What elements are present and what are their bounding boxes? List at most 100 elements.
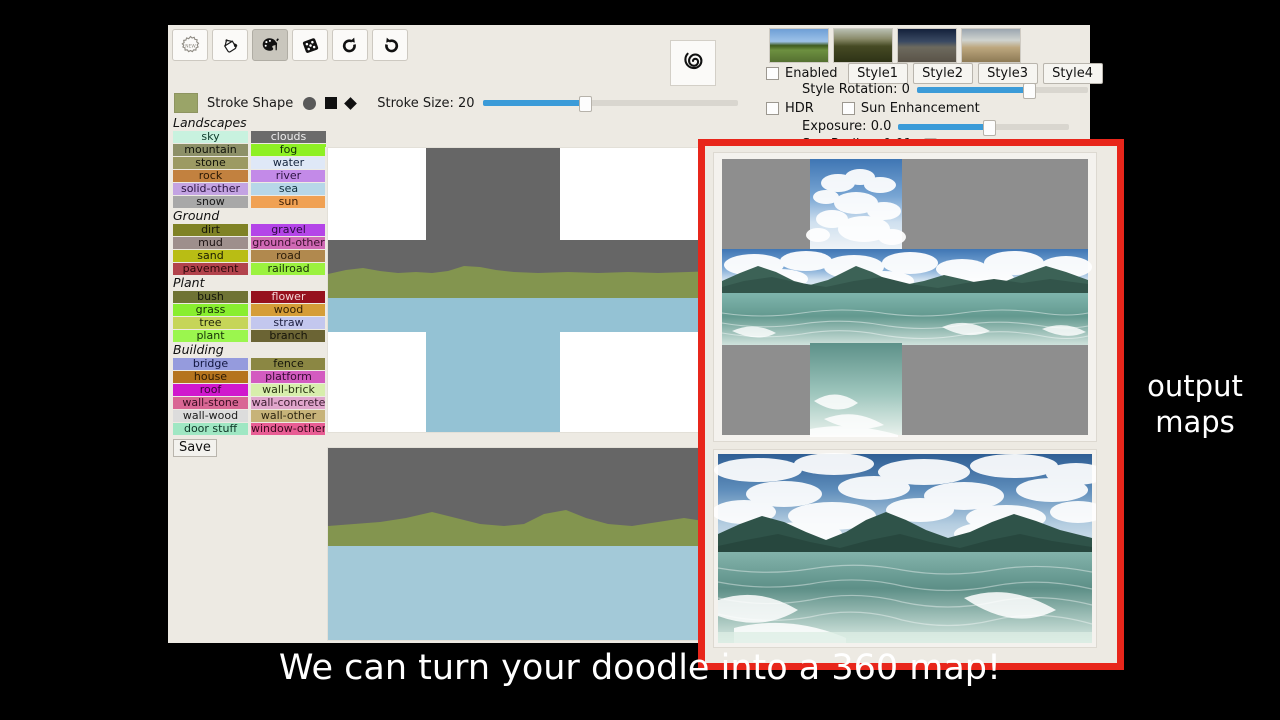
palette-button[interactable] — [252, 29, 288, 61]
palette-swatch-house[interactable]: house — [173, 371, 248, 383]
palette-swatch-rock[interactable]: rock — [173, 170, 248, 182]
palette-swatch-sun[interactable]: sun — [251, 196, 326, 208]
palette-row: mountain fog — [168, 144, 328, 156]
palette-swatch-solid-other[interactable]: solid-other — [173, 183, 248, 195]
style2-button[interactable]: Style2 — [912, 63, 973, 84]
hdr-label: HDR — [785, 101, 814, 116]
style-panel: Enabled Style1 Style2 Style3 Style4 Styl… — [766, 25, 1103, 154]
palette-swatch-pavement[interactable]: pavement — [173, 263, 248, 275]
style-thumbnail-3[interactable] — [897, 28, 957, 63]
toolbar: NEW — [172, 29, 408, 61]
palette-swatch-grass[interactable]: grass — [173, 304, 248, 316]
palette-swatch-bush[interactable]: bush — [173, 291, 248, 303]
palette-swatch-wall-concrete[interactable]: wall-concrete — [251, 397, 326, 409]
palette-swatch-water[interactable]: water — [251, 157, 326, 169]
enabled-label: Enabled — [785, 66, 838, 81]
sun-enhancement-label: Sun Enhancement — [860, 101, 980, 116]
palette-swatch-wall-other[interactable]: wall-other — [251, 410, 326, 422]
redo-button[interactable] — [372, 29, 408, 61]
style1-button[interactable]: Style1 — [847, 63, 908, 84]
palette-swatch-mountain[interactable]: mountain — [173, 144, 248, 156]
stroke-shape-diamond-icon[interactable] — [344, 96, 358, 110]
palette-swatch-railroad[interactable]: railroad — [251, 263, 326, 275]
output-cubemap-cross — [713, 152, 1097, 442]
palette-row: house platform — [168, 371, 328, 383]
video-caption: We can turn your doodle into a 360 map! — [278, 648, 1002, 688]
style-rotation-slider-knob[interactable] — [1022, 82, 1036, 99]
palette-row: stone water — [168, 157, 328, 169]
palette-swatch-fog[interactable]: fog — [251, 144, 326, 156]
exposure-row: Exposure: 0.0 — [796, 119, 1070, 136]
palette-swatch-snow[interactable]: snow — [173, 196, 248, 208]
enabled-checkbox[interactable] — [766, 67, 779, 80]
stroke-shape-circle-icon[interactable] — [303, 96, 317, 110]
style-thumbnail-2[interactable] — [833, 28, 893, 63]
stroke-controls: Stroke Shape Stroke Size: 20 — [174, 91, 738, 115]
spiral-button[interactable] — [670, 40, 716, 86]
palette-swatch-ground-other[interactable]: ground-other — [251, 237, 326, 249]
palette-swatch-platform[interactable]: platform — [251, 371, 326, 383]
paint-bucket-button[interactable] — [212, 29, 248, 61]
stroke-shape-square-icon[interactable] — [325, 97, 338, 109]
palette-group-title: Ground — [173, 208, 220, 223]
redo-icon — [380, 35, 401, 56]
style4-button[interactable]: Style4 — [1042, 63, 1103, 84]
output-maps-line-1: output — [1147, 369, 1243, 403]
palette-row: wall-wood wall-other — [168, 410, 328, 422]
palette-swatch-dirt[interactable]: dirt — [173, 224, 248, 236]
palette-swatch-road[interactable]: road — [251, 250, 326, 262]
style-rotation-slider[interactable] — [916, 82, 1088, 99]
palette-row: dirt gravel — [168, 224, 328, 236]
palette-row: plant branch — [168, 330, 328, 342]
palette-group-title: Plant — [173, 275, 205, 290]
palette-swatch-plant[interactable]: plant — [173, 330, 248, 342]
stroke-size-slider[interactable] — [482, 96, 738, 112]
palette-swatch-clouds[interactable]: clouds — [251, 131, 326, 143]
palette-swatch-mud[interactable]: mud — [173, 237, 248, 249]
palette-swatch-sand[interactable]: sand — [173, 250, 248, 262]
style-thumbnails — [769, 28, 1021, 63]
palette-row: grass wood — [168, 304, 328, 316]
dice-button[interactable] — [292, 29, 328, 61]
palette-swatch-wall-wood[interactable]: wall-wood — [173, 410, 248, 422]
undo-button[interactable] — [332, 29, 368, 61]
palette-swatch-wall-stone[interactable]: wall-stone — [173, 397, 248, 409]
exposure-slider[interactable] — [898, 119, 1070, 136]
palette-swatch-sky[interactable]: sky — [173, 131, 248, 143]
style-thumbnail-1[interactable] — [769, 28, 829, 63]
palette-swatch-sea[interactable]: sea — [251, 183, 326, 195]
palette-swatch-wood[interactable]: wood — [251, 304, 326, 316]
palette-swatch-wall-brick[interactable]: wall-brick — [251, 384, 326, 396]
hdr-checkbox[interactable] — [766, 102, 779, 115]
palette-row: tree straw — [168, 317, 328, 329]
palette-swatch-roof[interactable]: roof — [173, 384, 248, 396]
label-palette: Landscapes sky clouds mountain fog stone water… — [168, 115, 328, 460]
palette-swatch-bridge[interactable]: bridge — [173, 358, 248, 370]
palette-swatch-straw[interactable]: straw — [251, 317, 326, 329]
sun-enhancement-checkbox[interactable] — [841, 102, 855, 115]
palette-swatch-river[interactable]: river — [251, 170, 326, 182]
exposure-slider-knob[interactable] — [983, 119, 997, 136]
palette-swatch-fence[interactable]: fence — [251, 358, 326, 370]
palette-swatch-tree[interactable]: tree — [173, 317, 248, 329]
palette-swatch-door-stuff[interactable]: door stuff — [173, 423, 248, 435]
new-button[interactable]: NEW — [172, 29, 208, 61]
video-frame: NEW Stroke Shape Stroke Size: 20 Landsca… — [0, 0, 1280, 720]
palette-swatch-window-other[interactable]: window-other — [251, 423, 326, 435]
stroke-shape-buttons — [303, 96, 358, 110]
palette-row: solid-other sea — [168, 183, 328, 195]
style3-button[interactable]: Style3 — [977, 63, 1038, 84]
spiral-icon — [678, 46, 708, 80]
palette-swatch-gravel[interactable]: gravel — [251, 224, 326, 236]
palette-swatch-stone[interactable]: stone — [173, 157, 248, 169]
palette-row: wall-stone wall-concrete — [168, 397, 328, 409]
stroke-size-slider-knob[interactable] — [578, 96, 592, 112]
palette-icon — [260, 35, 281, 56]
palette-swatch-flower[interactable]: flower — [251, 291, 326, 303]
exposure-label: Exposure: 0.0 — [802, 119, 892, 134]
dice-icon — [300, 35, 321, 56]
current-color-swatch[interactable] — [174, 93, 198, 113]
save-button[interactable]: Save — [173, 439, 217, 457]
style-thumbnail-4[interactable] — [961, 28, 1021, 63]
palette-swatch-branch[interactable]: branch — [251, 330, 326, 342]
